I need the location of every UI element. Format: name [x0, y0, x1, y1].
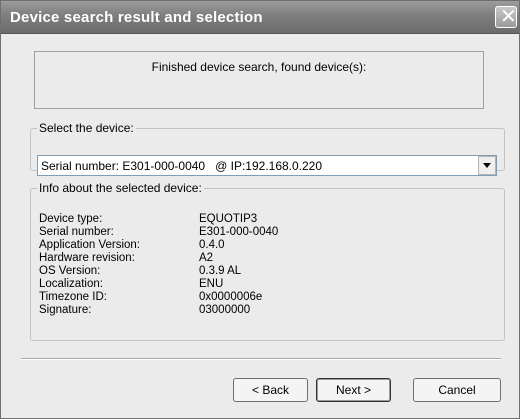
window-title: Device search result and selection	[10, 9, 263, 26]
next-button[interactable]: Next >	[316, 378, 391, 402]
status-message: Finished device search, found device(s):	[151, 60, 367, 74]
info-label: Hardware revision:	[39, 252, 135, 264]
info-value: 0x0000006e	[199, 291, 263, 303]
info-row-signature: Signature: 03000000	[39, 304, 279, 317]
back-button[interactable]: < Back	[233, 378, 308, 402]
device-select-group: Select the device: Serial number: E301-0…	[30, 121, 505, 176]
info-value: EQUOTIP3	[199, 213, 258, 225]
device-dropdown[interactable]: Serial number: E301-000-0040 @ IP:192.16…	[37, 155, 497, 176]
device-info-table: Device type: EQUOTIP3 Serial number: E30…	[39, 213, 279, 317]
device-info-legend: Info about the selected device:	[39, 181, 202, 195]
info-value: E301-000-0040	[199, 226, 279, 238]
info-row-os-version: OS Version: 0.3.9 AL	[39, 265, 279, 278]
info-label: Timezone ID:	[39, 291, 107, 303]
status-panel: Finished device search, found device(s):	[34, 51, 484, 109]
device-select-legend: Select the device:	[39, 121, 134, 135]
info-value: ENU	[199, 278, 224, 290]
device-info-group: Info about the selected device: Device t…	[30, 181, 505, 341]
info-row-hardware-revision: Hardware revision: A2	[39, 252, 279, 265]
info-value: 03000000	[199, 304, 251, 316]
info-label: Localization:	[39, 278, 103, 290]
info-row-localization: Localization: ENU	[39, 278, 279, 291]
info-label: OS Version:	[39, 265, 101, 277]
device-dropdown-value: Serial number: E301-000-0040 @ IP:192.16…	[41, 159, 323, 173]
info-value: 0.3.9 AL	[199, 265, 242, 277]
info-row-application-version: Application Version: 0.4.0	[39, 239, 279, 252]
dropdown-arrow-button[interactable]	[478, 156, 496, 175]
info-label: Serial number:	[39, 226, 114, 238]
info-label: Application Version:	[39, 239, 141, 251]
info-value: A2	[199, 252, 214, 264]
close-icon: ✕	[500, 6, 517, 28]
info-label: Device type:	[39, 213, 103, 225]
info-row-timezone-id: Timezone ID: 0x0000006e	[39, 291, 279, 304]
cancel-button[interactable]: Cancel	[413, 378, 501, 402]
button-separator	[21, 358, 501, 360]
info-value: 0.4.0	[199, 239, 225, 251]
chevron-down-icon	[483, 163, 491, 168]
dialog-window: Device search result and selection ✕ Fin…	[0, 0, 520, 419]
title-bar[interactable]: Device search result and selection ✕	[1, 1, 519, 34]
info-row-device-type: Device type: EQUOTIP3	[39, 213, 279, 226]
close-button[interactable]: ✕	[495, 6, 517, 28]
info-row-serial-number: Serial number: E301-000-0040	[39, 226, 279, 239]
info-label: Signature:	[39, 304, 92, 316]
